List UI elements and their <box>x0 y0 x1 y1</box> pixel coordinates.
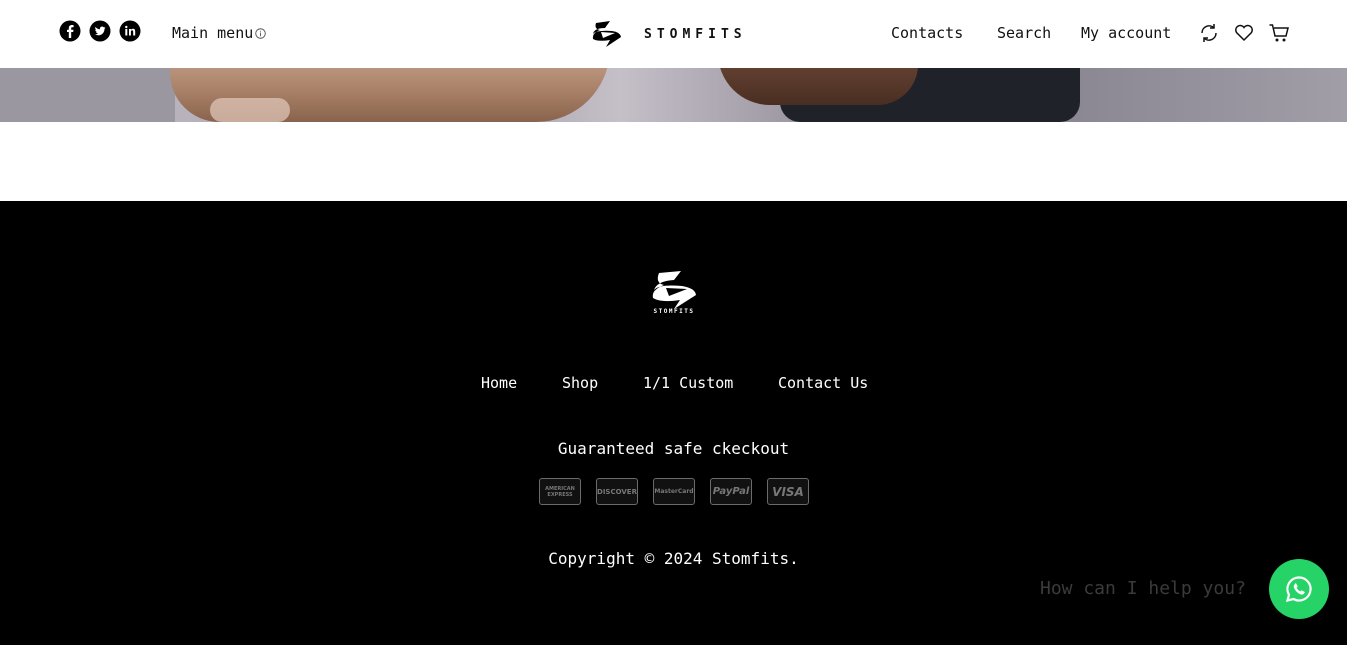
footer-nav-shop[interactable]: Shop <box>562 374 598 392</box>
nav-search[interactable]: Search <box>997 24 1051 42</box>
nav-contacts[interactable]: Contacts <box>891 24 963 42</box>
brand-mark-icon <box>592 21 621 47</box>
compare-icon[interactable] <box>1198 22 1220 44</box>
main-menu-toggle[interactable]: Main menu <box>172 24 267 42</box>
whatsapp-icon <box>1285 576 1312 603</box>
brand-name: STOMFITS <box>644 26 747 42</box>
site-header: Main menu STOMFITS Contacts Search My ac… <box>0 0 1347 68</box>
footer-nav-home[interactable]: Home <box>481 374 517 392</box>
facebook-icon[interactable] <box>59 20 81 42</box>
mastercard-card-icon: MasterCard <box>653 478 695 505</box>
nav-my-account[interactable]: My account <box>1081 24 1171 42</box>
footer-nav-contact[interactable]: Contact Us <box>778 374 868 392</box>
discover-card-icon: DISCOVER <box>596 478 638 505</box>
info-icon <box>255 27 267 39</box>
footer-brand-name: STOMFITS <box>653 308 695 315</box>
safe-checkout-heading: Guaranteed safe ckeckout <box>557 439 790 458</box>
hero-image <box>0 68 1347 122</box>
amex-card-icon: AMERICAN EXPRESS <box>539 478 581 505</box>
wishlist-heart-icon[interactable] <box>1233 22 1255 44</box>
cart-icon[interactable] <box>1268 22 1290 44</box>
copyright-text: Copyright © 2024 Stomfits. <box>548 549 799 568</box>
brand-logo[interactable]: STOMFITS <box>590 20 747 48</box>
main-menu-label: Main menu <box>172 24 254 42</box>
footer-nav-custom[interactable]: 1/1 Custom <box>643 374 733 392</box>
payment-methods: AMERICAN EXPRESS DISCOVER MasterCard Pay… <box>539 478 824 505</box>
whatsapp-chat-button[interactable] <box>1269 559 1329 619</box>
paypal-card-icon: PayPal <box>710 478 752 505</box>
chat-prompt[interactable]: How can I help you? <box>1040 578 1246 599</box>
twitter-icon[interactable] <box>89 20 111 42</box>
linkedin-icon[interactable] <box>119 20 141 42</box>
visa-card-icon: VISA <box>767 478 809 505</box>
social-links <box>59 20 149 42</box>
